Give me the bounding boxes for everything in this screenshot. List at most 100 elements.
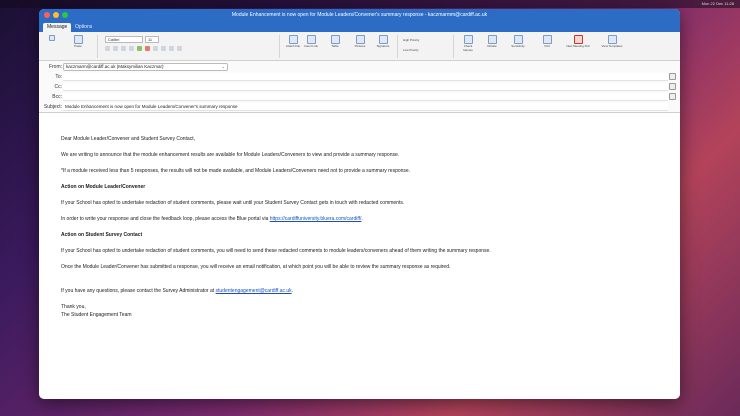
to-label: To: <box>55 74 62 80</box>
dictate-button[interactable]: Dictate <box>483 35 501 48</box>
email-link[interactable]: studentengagement@cardiff.ac.uk <box>216 288 292 294</box>
paragraph-text: In order to write your response and clos… <box>61 216 270 222</box>
attach-file-button[interactable]: Attach File <box>285 35 301 48</box>
paste-button[interactable]: Paste <box>69 35 87 48</box>
font-name-select[interactable]: Calibri <box>105 36 143 43</box>
check-names-button[interactable]: Check Names <box>459 35 477 52</box>
attach-file-label: Attach File <box>285 44 301 48</box>
title-bar: Module Enhancement is now open for Modul… <box>39 9 680 22</box>
chevron-down-icon: ⌄ <box>221 64 225 69</box>
poll-icon <box>542 35 552 44</box>
ribbon-divider <box>397 35 398 58</box>
paragraph-text: If you have any questions, please contac… <box>61 288 216 294</box>
font-color-icon[interactable] <box>145 46 150 51</box>
paperclip-icon <box>288 35 298 44</box>
pictures-button[interactable]: Pictures <box>351 35 369 48</box>
cc-field[interactable] <box>63 83 668 91</box>
ribbon-divider <box>453 35 454 58</box>
templates-icon <box>607 35 617 44</box>
check-names-label: Check Names <box>463 44 473 52</box>
numbering-icon[interactable] <box>161 46 166 51</box>
cc-row: Cc: <box>39 82 680 92</box>
pictures-label: Pictures <box>354 44 366 48</box>
to-address-book-icon[interactable] <box>669 73 676 80</box>
signature-label: Signature <box>376 44 390 48</box>
body-paragraph: We are writing to announce that the modu… <box>61 152 400 158</box>
low-priority-button[interactable]: Low Priority <box>403 48 443 52</box>
paragraph-text: . <box>291 288 294 294</box>
ribbon-tabs: Message Options <box>39 22 680 32</box>
poll-button[interactable]: Poll <box>539 35 555 48</box>
bcc-address-book-icon[interactable] <box>669 93 676 100</box>
high-priority-button[interactable]: High Priority <box>403 38 443 42</box>
new-meeting-poll-button[interactable]: New Meeting Poll <box>565 35 591 48</box>
macos-menubar: Mon 22 Dec 11:28 <box>0 0 740 8</box>
signature-icon <box>378 35 388 44</box>
picture-icon <box>355 35 365 44</box>
menubar-clock: Mon 22 Dec 11:28 <box>701 1 734 6</box>
ribbon-divider <box>97 35 98 58</box>
undo-icon <box>49 35 55 41</box>
from-value: kaczmarm@cardiff.ac.uk (Maksymilian Kacz… <box>66 64 164 69</box>
section-heading: Action on Student Survey Contact <box>61 232 142 239</box>
ribbon-divider <box>279 35 280 58</box>
underline-icon[interactable] <box>121 46 126 51</box>
italic-icon[interactable] <box>113 46 118 51</box>
from-select[interactable]: kaczmarm@cardiff.ac.uk (Maksymilian Kacz… <box>63 63 228 71</box>
microphone-icon <box>487 35 497 44</box>
poll-label: Poll <box>544 44 550 48</box>
compose-window: Module Enhancement is now open for Modul… <box>39 9 680 399</box>
highlight-icon[interactable] <box>137 46 142 51</box>
align-left-icon[interactable] <box>169 46 174 51</box>
section-heading-text: Action on Student Survey Contact <box>61 232 143 238</box>
body-paragraph: If your School has opted to undertake re… <box>61 200 405 206</box>
blue-portal-link[interactable]: https://cardiffuniversity.bluera.com/car… <box>270 216 362 222</box>
tab-message[interactable]: Message <box>43 23 72 32</box>
section-heading: Action on Module Leader/Convener <box>61 184 145 191</box>
undo-button[interactable] <box>45 35 59 41</box>
link-icon <box>306 35 316 44</box>
bcc-field[interactable] <box>63 93 668 101</box>
view-templates-label: View Templates <box>601 44 623 48</box>
body-paragraph: If your School has opted to undertake re… <box>61 248 491 254</box>
sensitivity-icon <box>513 35 523 44</box>
to-field[interactable] <box>63 73 668 81</box>
body-paragraph: *If a module received less than 5 respon… <box>61 168 411 174</box>
tab-options[interactable]: Options <box>71 23 96 32</box>
paragraph-text: . <box>361 216 363 222</box>
bullets-icon[interactable] <box>153 46 158 51</box>
subject-field[interactable]: Module Enhancement is now open for Modul… <box>63 103 668 111</box>
strikethrough-icon[interactable] <box>129 46 134 51</box>
table-icon <box>330 35 340 44</box>
message-headers: From: kaczmarm@cardiff.ac.uk (Maksymilia… <box>39 61 680 113</box>
cc-label: Cc: <box>54 84 63 90</box>
signature-text: The Student Engagement Team <box>61 312 132 318</box>
insert-link-button[interactable]: Insert Link <box>303 35 319 48</box>
table-button[interactable]: Table <box>327 35 343 48</box>
to-row: To: <box>39 72 680 82</box>
new-meeting-label: New Meeting Poll <box>566 44 590 48</box>
align-center-icon[interactable] <box>177 46 182 51</box>
from-label: From: <box>48 64 62 70</box>
paste-label: Paste <box>74 44 82 48</box>
signature-button[interactable]: Signature <box>373 35 393 48</box>
bold-icon[interactable] <box>105 46 110 51</box>
check-names-icon <box>463 35 473 44</box>
dictate-label: Dictate <box>487 44 497 48</box>
insert-link-label: Insert Link <box>304 44 318 48</box>
font-size-select[interactable]: 11 <box>145 36 159 43</box>
calendar-icon <box>573 35 583 44</box>
format-buttons <box>105 46 182 51</box>
view-templates-button[interactable]: View Templates <box>599 35 625 48</box>
sensitivity-button[interactable]: Sensitivity <box>507 35 529 48</box>
section-heading-text: Action on Module Leader/Convener <box>61 184 146 190</box>
table-label: Table <box>331 44 339 48</box>
sensitivity-label: Sensitivity <box>511 44 525 48</box>
cc-address-book-icon[interactable] <box>669 83 676 90</box>
body-paragraph: Once the Module Leader/Convener has subm… <box>61 264 451 270</box>
clipboard-icon <box>73 35 83 44</box>
body-paragraph: In order to write your response and clos… <box>61 216 363 223</box>
subject-row: Subject: Module Enhancement is now open … <box>39 102 680 112</box>
signoff-text: Thank you, <box>61 304 86 310</box>
from-row: From: kaczmarm@cardiff.ac.uk (Maksymilia… <box>39 62 680 72</box>
